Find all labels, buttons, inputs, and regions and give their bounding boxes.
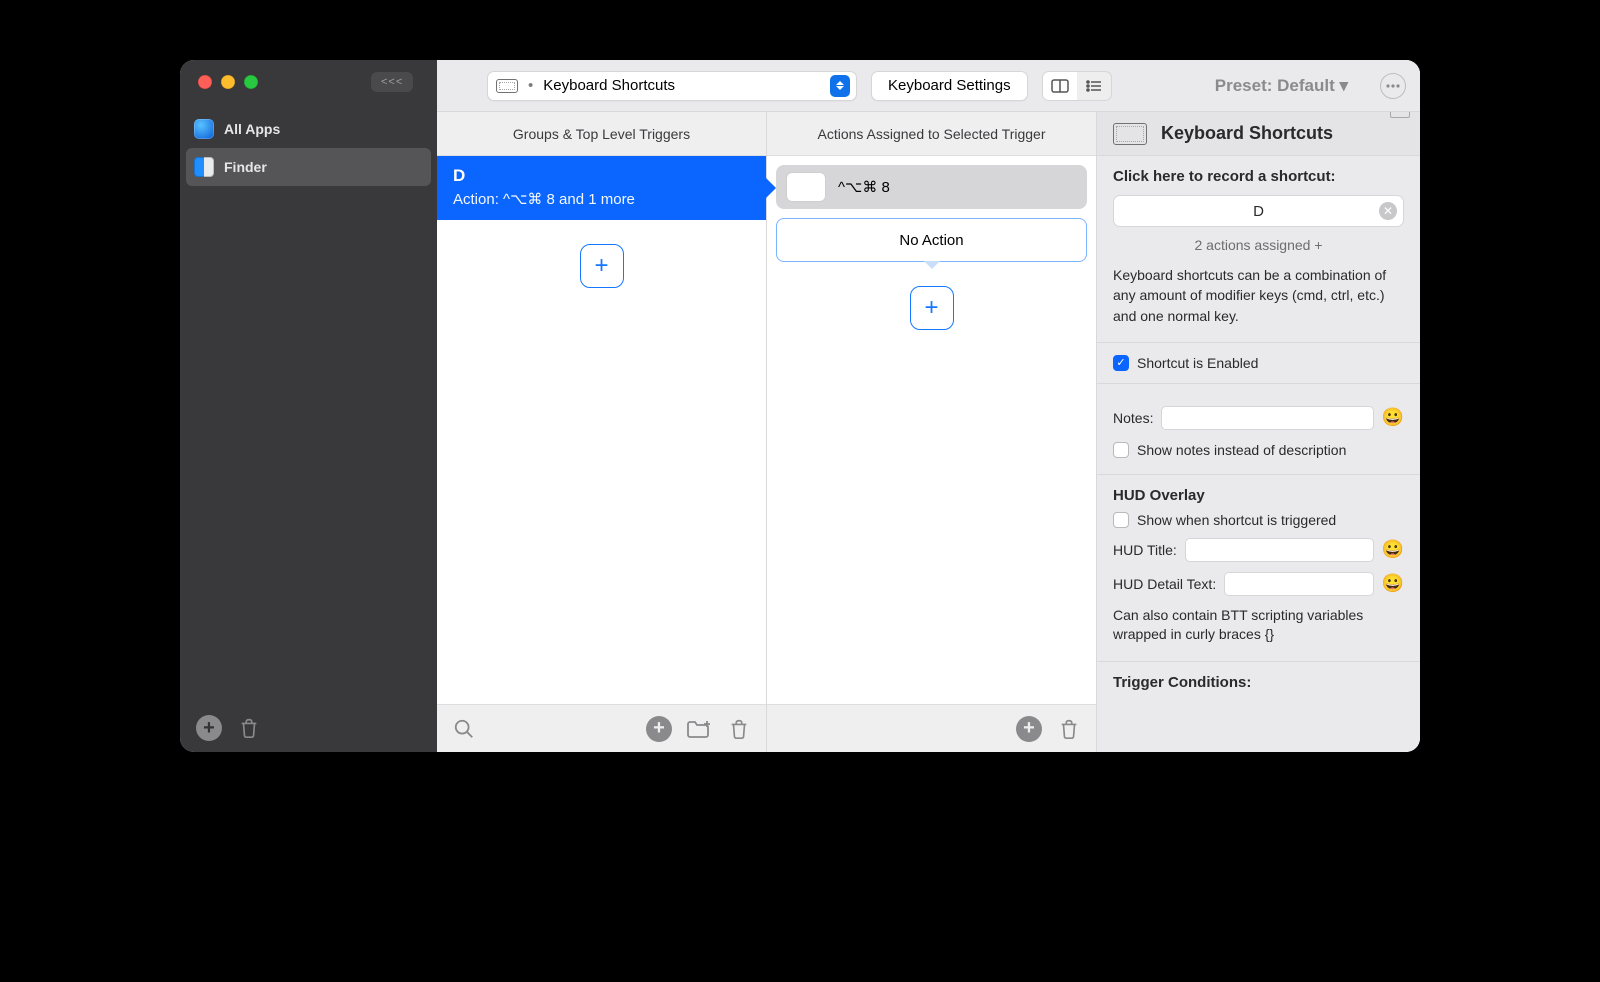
trigger-row[interactable]: D Action: ^⌥⌘ 8 and 1 more bbox=[437, 156, 766, 220]
sidebar-item-all-apps[interactable]: All Apps bbox=[180, 110, 437, 148]
clear-shortcut-button[interactable]: ✕ bbox=[1379, 202, 1397, 220]
triggers-header: Groups & Top Level Triggers bbox=[437, 112, 766, 156]
checkbox-label: Show when shortcut is triggered bbox=[1137, 512, 1336, 528]
add-trigger-button[interactable]: + bbox=[580, 244, 624, 288]
emoji-picker-button[interactable]: 😀 bbox=[1382, 573, 1404, 594]
new-group-icon[interactable] bbox=[686, 716, 712, 742]
toolbar: • Keyboard Shortcuts Keyboard Settings P… bbox=[437, 60, 1420, 112]
triggers-column: Groups & Top Level Triggers D Action: ^⌥… bbox=[437, 112, 767, 752]
shortcut-description: Keyboard shortcuts can be a combination … bbox=[1113, 265, 1404, 326]
popout-window-icon[interactable] bbox=[1390, 112, 1410, 118]
sidebar-item-finder[interactable]: Finder bbox=[186, 148, 431, 186]
breadcrumb-back-pill[interactable]: <<< bbox=[371, 72, 413, 92]
sidebar-item-label: All Apps bbox=[224, 121, 280, 137]
delete-trigger-button[interactable] bbox=[726, 716, 752, 742]
actions-column: Actions Assigned to Selected Trigger ^⌥⌘… bbox=[767, 112, 1097, 752]
search-icon[interactable] bbox=[451, 716, 477, 742]
dropdown-label: Keyboard Shortcuts bbox=[543, 77, 675, 94]
zoom-window-button[interactable] bbox=[244, 75, 258, 89]
trigger-type-dropdown[interactable]: • Keyboard Shortcuts bbox=[487, 71, 857, 101]
trigger-conditions-label: Trigger Conditions: bbox=[1113, 674, 1404, 691]
inspector-panel: Keyboard Shortcuts Click here to record … bbox=[1097, 112, 1420, 752]
view-mode-segmented[interactable] bbox=[1042, 71, 1112, 101]
checkbox-label: Shortcut is Enabled bbox=[1137, 355, 1258, 371]
inspector-title: Keyboard Shortcuts bbox=[1161, 123, 1333, 144]
minimize-window-button[interactable] bbox=[221, 75, 235, 89]
hud-hint: Can also contain BTT scripting variables… bbox=[1113, 606, 1404, 645]
hud-section: HUD Overlay Show when shortcut is trigge… bbox=[1097, 475, 1420, 662]
add-app-button[interactable]: + bbox=[196, 715, 222, 741]
checkbox-icon bbox=[1113, 512, 1129, 528]
action-row-shortcut[interactable]: ^⌥⌘ 8 bbox=[776, 165, 1087, 209]
action-label: ^⌥⌘ 8 bbox=[838, 178, 890, 196]
record-label: Click here to record a shortcut: bbox=[1113, 168, 1404, 185]
sidebar-item-label: Finder bbox=[224, 159, 267, 175]
app-window: <<< All Apps Finder + • bbox=[180, 60, 1420, 752]
notes-section: Notes: 😀 Show notes instead of descripti… bbox=[1097, 384, 1420, 475]
hud-section-title: HUD Overlay bbox=[1113, 487, 1404, 504]
keyboard-icon bbox=[1113, 123, 1147, 145]
enabled-section: ✓ Shortcut is Enabled bbox=[1097, 343, 1420, 384]
more-menu-button[interactable] bbox=[1380, 73, 1406, 99]
columns-view-icon[interactable] bbox=[1043, 72, 1077, 100]
action-icon-chip bbox=[786, 172, 826, 202]
delete-app-button[interactable] bbox=[236, 715, 262, 741]
trigger-conditions-section: Trigger Conditions: bbox=[1097, 662, 1420, 715]
keyboard-settings-button[interactable]: Keyboard Settings bbox=[871, 71, 1028, 101]
actions-footer: + bbox=[767, 704, 1096, 752]
notes-label: Notes: bbox=[1113, 410, 1153, 426]
trigger-subtitle: Action: ^⌥⌘ 8 and 1 more bbox=[453, 190, 750, 208]
actions-header: Actions Assigned to Selected Trigger bbox=[767, 112, 1096, 156]
shortcut-record-field[interactable]: D ✕ bbox=[1113, 195, 1404, 227]
inspector-header: Keyboard Shortcuts bbox=[1097, 112, 1420, 156]
action-row-noaction[interactable]: No Action bbox=[776, 218, 1087, 262]
actions-assigned-text[interactable]: 2 actions assigned + bbox=[1113, 237, 1404, 253]
add-action-button[interactable]: + bbox=[910, 286, 954, 330]
sidebar: <<< All Apps Finder + bbox=[180, 60, 437, 752]
add-action-footer-button[interactable]: + bbox=[1016, 716, 1042, 742]
emoji-picker-button[interactable]: 😀 bbox=[1382, 539, 1404, 560]
shortcut-record-value: D bbox=[1253, 203, 1264, 220]
list-view-icon[interactable] bbox=[1077, 72, 1111, 100]
hud-detail-label: HUD Detail Text: bbox=[1113, 576, 1216, 592]
shortcut-enabled-checkbox[interactable]: ✓ Shortcut is Enabled bbox=[1113, 355, 1404, 371]
trigger-title: D bbox=[453, 166, 750, 186]
triggers-footer: + bbox=[437, 704, 766, 752]
add-button[interactable]: + bbox=[646, 716, 672, 742]
hud-title-input[interactable] bbox=[1185, 538, 1374, 562]
chevron-updown-icon bbox=[830, 75, 850, 97]
globe-icon bbox=[194, 119, 214, 139]
delete-action-button[interactable] bbox=[1056, 716, 1082, 742]
show-notes-checkbox[interactable]: Show notes instead of description bbox=[1113, 442, 1404, 458]
main-area: • Keyboard Shortcuts Keyboard Settings P… bbox=[437, 60, 1420, 752]
action-label: No Action bbox=[899, 232, 963, 249]
emoji-picker-button[interactable]: 😀 bbox=[1382, 407, 1404, 428]
checkbox-icon bbox=[1113, 442, 1129, 458]
notes-input[interactable] bbox=[1161, 406, 1373, 430]
hud-title-label: HUD Title: bbox=[1113, 542, 1177, 558]
sidebar-footer: + bbox=[180, 704, 437, 752]
separator-dot: • bbox=[528, 77, 533, 94]
columns: Groups & Top Level Triggers D Action: ^⌥… bbox=[437, 112, 1420, 752]
finder-icon bbox=[194, 157, 214, 177]
hud-detail-input[interactable] bbox=[1224, 572, 1373, 596]
close-window-button[interactable] bbox=[198, 75, 212, 89]
checkbox-label: Show notes instead of description bbox=[1137, 442, 1346, 458]
window-controls: <<< bbox=[180, 60, 437, 104]
keyboard-icon bbox=[496, 79, 518, 93]
record-section: Click here to record a shortcut: D ✕ 2 a… bbox=[1097, 156, 1420, 343]
checkbox-icon: ✓ bbox=[1113, 355, 1129, 371]
hud-show-checkbox[interactable]: Show when shortcut is triggered bbox=[1113, 512, 1404, 528]
preset-button[interactable]: Preset: Default ▾ bbox=[1215, 76, 1348, 96]
